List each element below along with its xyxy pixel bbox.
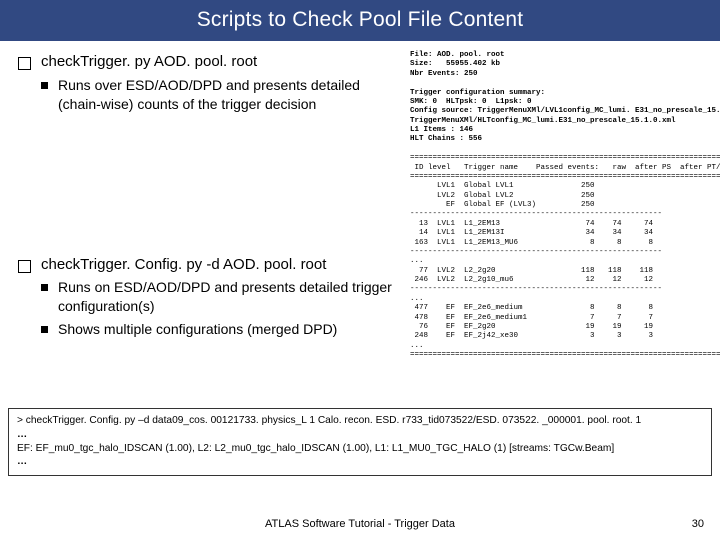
content-area: checkTrigger. py AOD. pool. root Runs ov… (0, 41, 720, 360)
table-row: LVL2 Global LVL2 250 (410, 192, 595, 200)
out-events: Nbr Events: 250 (410, 70, 478, 78)
cmd-ellipsis-2: … (17, 455, 703, 469)
footer-text: ATLAS Software Tutorial - Trigger Data (0, 518, 720, 530)
square-bullet-icon (41, 284, 48, 291)
table-row: 477 EF EF_2e6_medium 8 8 8 (410, 304, 653, 312)
table-row: 248 EF EF_2j42_xe30 3 3 3 (410, 332, 653, 340)
ellipsis-icon: ... (410, 342, 424, 350)
table-row: 13 LVL1 L1_2EM13 74 74 74 (410, 220, 653, 228)
out-cfg-2: Config source: TriggerMenuXMl/LVL1config… (410, 107, 720, 115)
out-cfg-1: SMK: 0 HLTpsk: 0 L1psk: 0 (410, 98, 532, 106)
item-1: checkTrigger. py AOD. pool. root Runs ov… (18, 53, 404, 114)
table-row: 76 EF EF_2g20 19 19 19 (410, 323, 653, 331)
list-item: Shows multiple configurations (merged DP… (41, 320, 404, 339)
cmd-ellipsis-1: … (17, 428, 703, 442)
item-2-command: checkTrigger. Config. py -d AOD. pool. r… (41, 256, 404, 275)
table-row: 246 LVL2 L2_2g10_mu6 12 12 12 (410, 276, 653, 284)
item-1-sub-1: Runs over ESD/AOD/DPD and presents detai… (58, 76, 404, 114)
out-cfg-5: HLT Chains : 556 (410, 135, 482, 143)
item-1-command: checkTrigger. py AOD. pool. root (41, 53, 404, 72)
out-file: File: AOD. pool. root (410, 51, 505, 59)
item-2-sub-2: Shows multiple configurations (merged DP… (58, 320, 337, 339)
left-column: checkTrigger. py AOD. pool. root Runs ov… (18, 49, 410, 360)
list-item: Runs over ESD/AOD/DPD and presents detai… (41, 76, 404, 114)
ellipsis-icon: ... (410, 257, 424, 265)
checkbox-icon (18, 260, 31, 273)
square-bullet-icon (41, 82, 48, 89)
out-size: Size: 55955.402 kb (410, 60, 500, 68)
slide-title: Scripts to Check Pool File Content (0, 0, 720, 41)
terminal-output: File: AOD. pool. root Size: 55955.402 kb… (410, 49, 708, 360)
item-2-sub-1: Runs on ESD/AOD/DPD and presents detaile… (58, 278, 404, 316)
list-item: Runs on ESD/AOD/DPD and presents detaile… (41, 278, 404, 316)
page-number: 30 (692, 518, 704, 530)
table-header: ID level Trigger name Passed events: raw… (410, 164, 720, 172)
square-bullet-icon (41, 326, 48, 333)
ellipsis-icon: ... (410, 295, 424, 303)
checkbox-icon (18, 57, 31, 70)
out-cfg-0: Trigger configuration summary: (410, 89, 545, 97)
out-cfg-3: TriggerMenuXMl/HLTconfig_MC_lumi.E31_no_… (410, 117, 676, 125)
out-cfg-4: L1 Items : 146 (410, 126, 473, 134)
item-2: checkTrigger. Config. py -d AOD. pool. r… (18, 256, 404, 339)
command-example-box: > checkTrigger. Config. py –d data09_cos… (8, 408, 712, 476)
table-row: 478 EF EF_2e6_medium1 7 7 7 (410, 314, 653, 322)
table-row: 77 LVL2 L2_2g20 118 118 118 (410, 267, 653, 275)
table-row: LVL1 Global LVL1 250 (410, 182, 595, 190)
table-row: EF Global EF (LVL3) 250 (410, 201, 595, 209)
table-row: 14 LVL1 L1_2EM13I 34 34 34 (410, 229, 653, 237)
cmd-line-2: EF: EF_mu0_tgc_halo_IDSCAN (1.00), L2: L… (17, 442, 703, 456)
cmd-line-1: > checkTrigger. Config. py –d data09_cos… (17, 414, 703, 428)
table-row: 163 LVL1 L1_2EM13_MU6 8 8 8 (410, 239, 653, 247)
